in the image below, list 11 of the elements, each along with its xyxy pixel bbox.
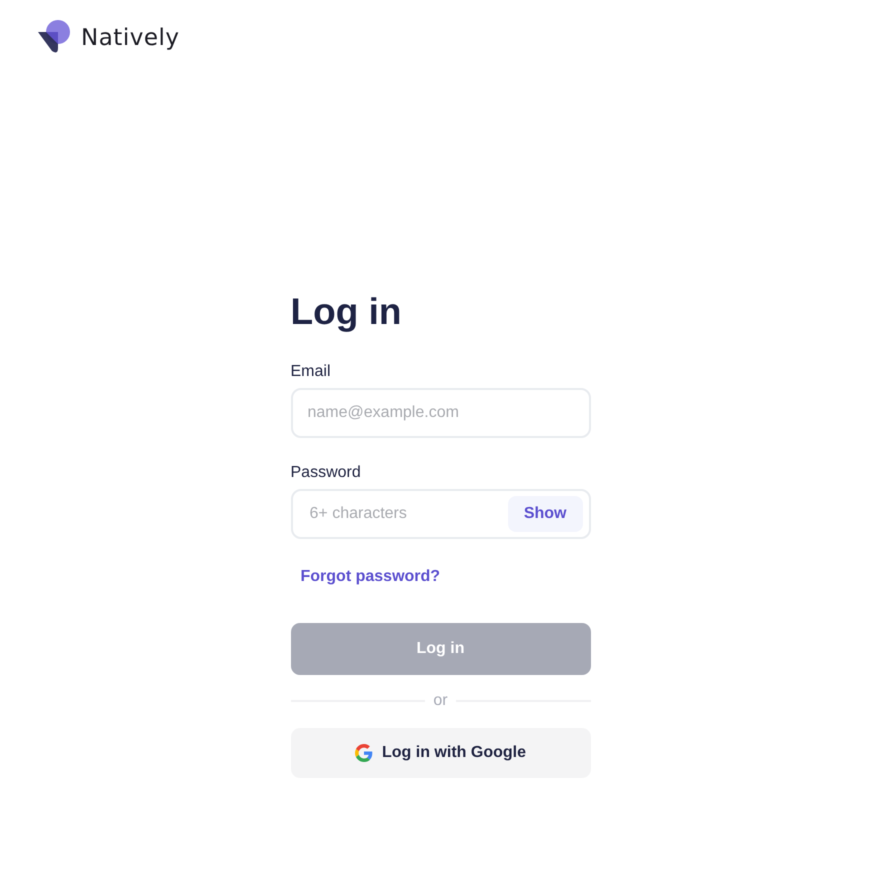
brand-name: Natively [81,25,180,51]
password-field[interactable]: 6+ characters Show [290,489,590,539]
google-login-button[interactable]: Log in with Google [290,728,590,778]
page-title: Log in [290,291,402,333]
show-password-button[interactable]: Show [508,496,582,532]
field-label: Password [290,464,362,482]
field-label: Email [290,363,332,381]
forgot-password-link[interactable]: Forgot password? [300,568,440,586]
divider-text: or [433,692,448,710]
email-field[interactable]: name@example.com [290,388,590,438]
google-icon [355,744,373,762]
